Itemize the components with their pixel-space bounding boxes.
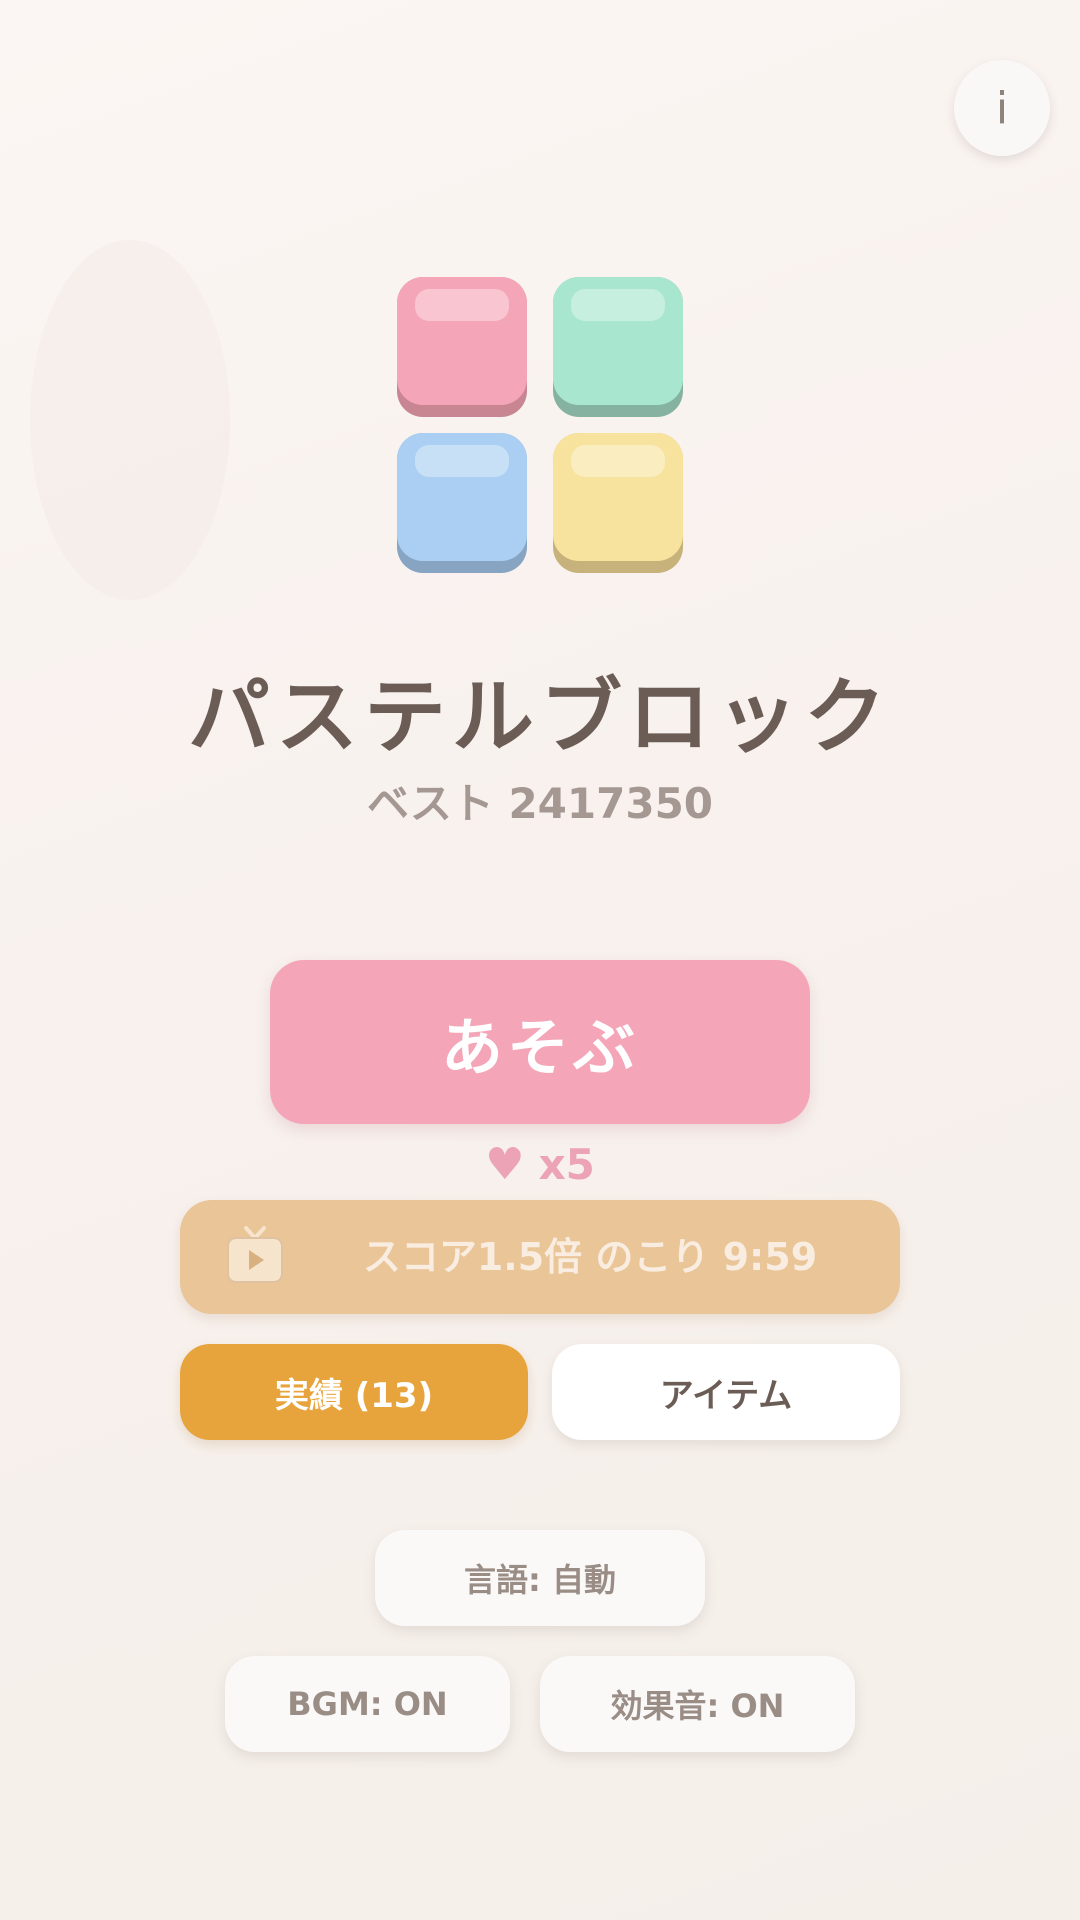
tile-shine <box>571 289 665 321</box>
logo-tile-mint <box>553 277 683 417</box>
sfx-label: 効果音: ON <box>610 1687 785 1725</box>
background-blob <box>30 240 230 600</box>
lives-count: x5 <box>538 1140 595 1189</box>
game-logo <box>397 277 683 573</box>
heart-icon: ♥ <box>485 1138 525 1190</box>
tile-shine <box>571 445 665 477</box>
achievements-label: 実績 (13) <box>274 1375 434 1416</box>
tile-shine <box>415 289 509 321</box>
play-button-label: あそぶ <box>440 1011 639 1084</box>
tv-play-icon <box>227 1226 283 1283</box>
logo-tile-yellow <box>553 433 683 573</box>
items-label: アイテム <box>659 1375 793 1416</box>
achievements-button[interactable]: 実績 (13) <box>180 1344 528 1440</box>
tile-shine <box>415 445 509 477</box>
info-icon: i <box>995 82 1009 134</box>
score-boost-text: スコア1.5倍 のこり 9:59 <box>362 1235 818 1279</box>
language-button[interactable]: 言語: 自動 <box>375 1530 705 1626</box>
bgm-label: BGM: ON <box>287 1685 448 1723</box>
sfx-toggle-button[interactable]: 効果音: ON <box>540 1656 855 1752</box>
info-button[interactable]: i <box>954 60 1050 156</box>
play-button[interactable]: あそぶ <box>270 960 810 1124</box>
score-boost-button[interactable]: スコア1.5倍 のこり 9:59 <box>180 1200 900 1314</box>
game-title: パステルブロック <box>187 670 892 765</box>
lives-indicator: ♥ x5 <box>0 1140 1080 1189</box>
best-score: ベスト 2417350 <box>366 779 714 828</box>
items-button[interactable]: アイテム <box>552 1344 900 1440</box>
logo-tile-pink <box>397 277 527 417</box>
language-label: 言語: 自動 <box>464 1561 616 1599</box>
bgm-toggle-button[interactable]: BGM: ON <box>225 1656 510 1752</box>
logo-tile-blue <box>397 433 527 573</box>
